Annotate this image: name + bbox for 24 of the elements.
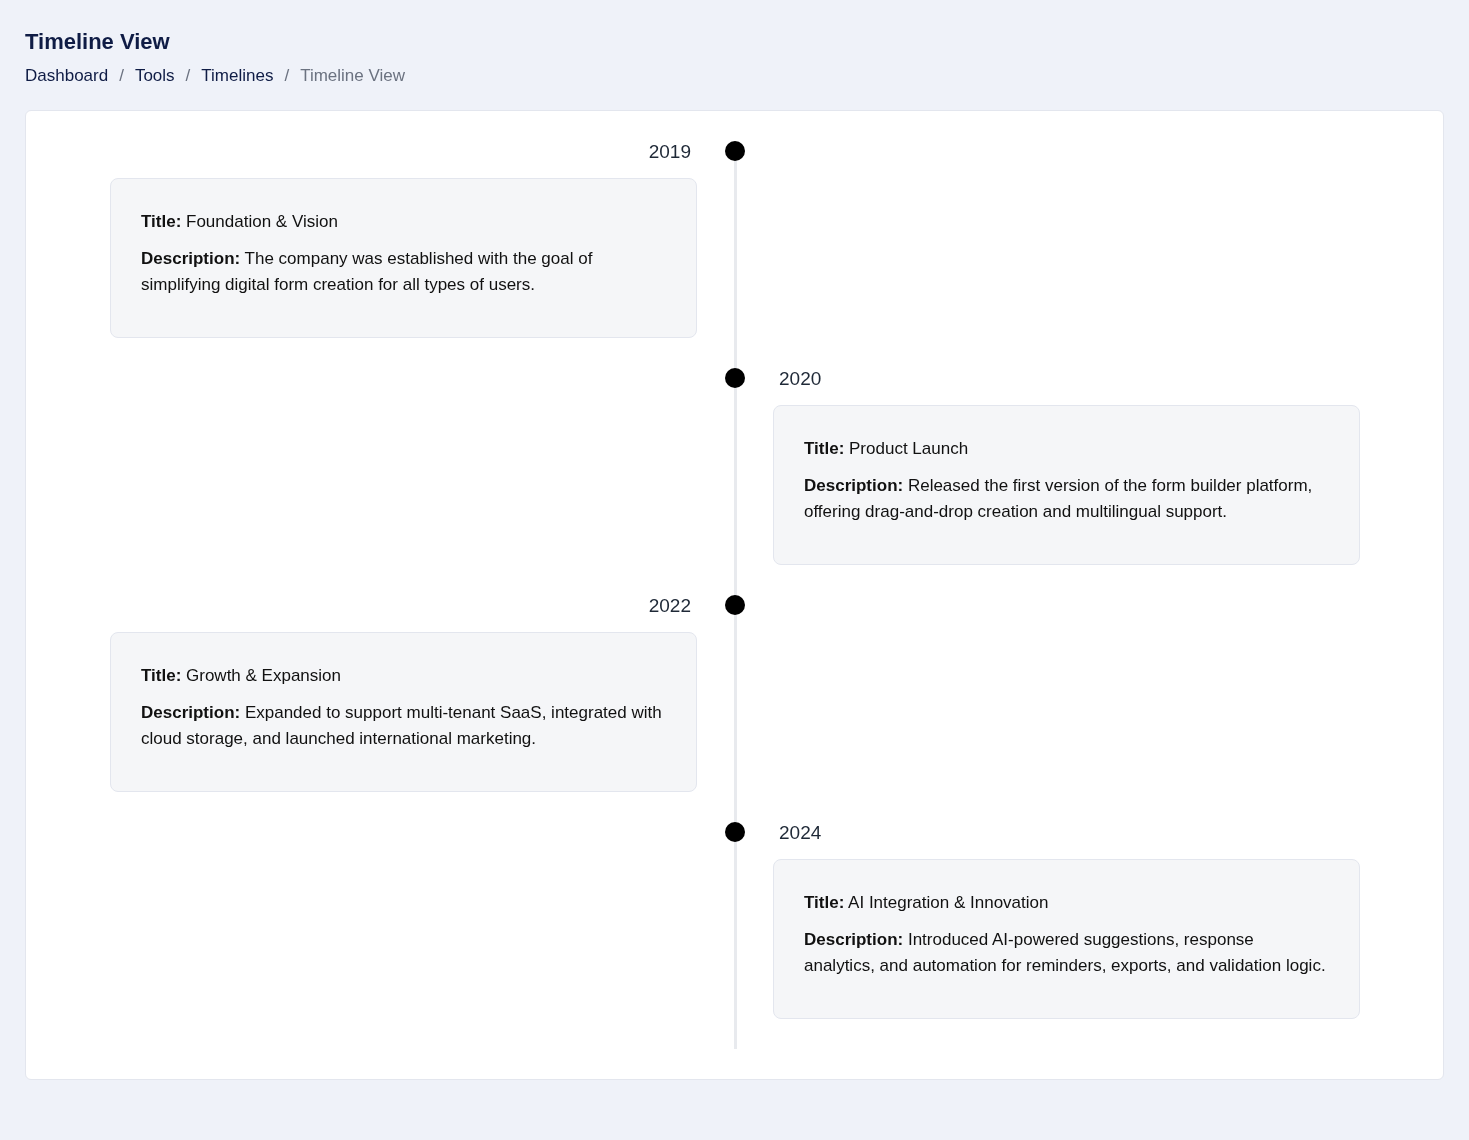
event-title: Title: Product Launch	[804, 438, 970, 460]
breadcrumb-separator: /	[119, 65, 124, 87]
event-title: Title: Growth & Expansion	[141, 665, 342, 687]
event-description: Description: The company was established with the goal of simplifying digital form creation for all types of users.	[141, 248, 594, 296]
breadcrumb-current: Timeline View	[300, 65, 406, 87]
event-year: 2024	[778, 821, 823, 845]
breadcrumb-link[interactable]: Tools	[134, 64, 175, 88]
event-year: 2019	[647, 140, 692, 164]
event-description: Description: Expanded to support multi-tenant SaaS, integrated with cloud storage, and launched international marketing.	[141, 702, 663, 750]
event-year: 2022	[647, 594, 692, 618]
timeline-dot	[725, 141, 745, 161]
timeline-dot	[725, 595, 745, 615]
page-title: Timeline View	[25, 28, 171, 56]
breadcrumb-separator: /	[284, 65, 290, 87]
breadcrumb-link[interactable]: Timelines	[201, 64, 274, 88]
event-description: Description: Introduced AI-powered suggestions, response analytics, and automation for reminders, exports, and validation logic.	[804, 929, 1327, 977]
timeline-dot	[725, 822, 745, 842]
event-year: 2020	[778, 367, 823, 391]
event-description: Description: Released the first version of the form builder platform, offering drag-and-drop creation and multilingual support.	[804, 475, 1314, 523]
breadcrumb-separator: /	[185, 65, 191, 87]
event-title: Title: AI Integration & Innovation	[804, 892, 1050, 914]
timeline-dot	[725, 368, 745, 388]
event-title: Title: Foundation & Vision	[141, 211, 339, 233]
breadcrumb-link[interactable]: Dashboard	[25, 64, 109, 88]
